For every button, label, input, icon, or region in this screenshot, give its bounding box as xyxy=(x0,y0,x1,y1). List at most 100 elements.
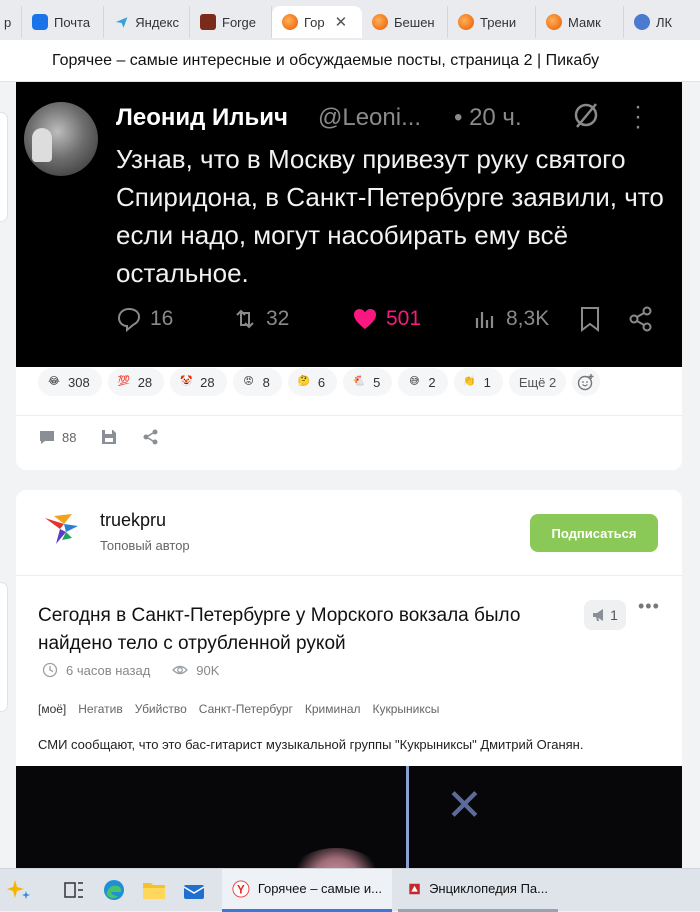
reaction-chip[interactable]: 😂 308 xyxy=(38,368,102,396)
reactions-more-button[interactable]: Ещё 2 xyxy=(508,368,567,396)
reaction-chip[interactable]: 🤔 6 xyxy=(287,368,338,396)
folder-icon xyxy=(143,883,165,899)
taskbar-app-yandex-browser[interactable]: Y Горячее – самые и... xyxy=(222,868,392,912)
tab-pikabu-3[interactable]: Трени xyxy=(448,6,536,38)
tags-list: [моё] Негатив Убийство Санкт-Петербург К… xyxy=(38,702,439,716)
retweets-count: 32 xyxy=(266,307,290,330)
edge-icon xyxy=(104,880,124,900)
reaction-count: 5 xyxy=(373,374,381,390)
tab-pikabu-active[interactable]: Гор ✕ xyxy=(272,6,362,38)
svg-text:Y: Y xyxy=(237,884,245,896)
tag[interactable]: Санкт-Петербург xyxy=(199,702,293,716)
post-meta: 6 часов назад 90K xyxy=(42,662,219,678)
mail-icon xyxy=(32,14,48,30)
forge-icon xyxy=(200,14,216,30)
share-icon xyxy=(629,306,652,332)
clown-emoji-icon: 🤡 xyxy=(179,376,193,387)
rating-badge[interactable]: 1 xyxy=(584,600,626,630)
share-icon xyxy=(143,429,158,445)
divider xyxy=(16,415,682,416)
widgets-button[interactable] xyxy=(0,869,40,912)
post-card: Леонид Ильич @Leoni... • 20 ч. · · · Узнав… xyxy=(16,82,682,470)
reaction-chip[interactable]: 😡 8 xyxy=(232,368,282,396)
tag[interactable]: Негатив xyxy=(78,702,122,716)
tab-lk[interactable]: ЛК xyxy=(624,6,684,38)
close-icon[interactable]: ✕ xyxy=(335,13,348,31)
reaction-chip[interactable]: 🤡 28 xyxy=(170,368,227,396)
share-button[interactable] xyxy=(142,428,160,446)
taskbar-app-label: Энциклопедия Па... xyxy=(429,881,548,896)
tweet-author-name: Леонид Ильич xyxy=(116,104,288,131)
reaction-count: 8 xyxy=(262,374,270,390)
encyclopedia-icon xyxy=(409,883,420,894)
yandex-icon xyxy=(115,17,128,28)
edge-button[interactable] xyxy=(94,869,134,912)
views-chart-icon xyxy=(475,312,494,328)
views-count: 8,3K xyxy=(506,307,550,330)
page-content: Леонид Ильич @Leoni... • 20 ч. · · · Узнав… xyxy=(0,82,700,868)
views-count: 90K xyxy=(196,662,220,678)
reaction-count: 28 xyxy=(137,374,153,390)
pikabu-icon xyxy=(546,14,562,30)
page-title: Горячее – самые интересные и обсуждаемые… xyxy=(52,51,600,69)
taskbar: Y Горячее – самые и... Энциклопедия Па..… xyxy=(0,868,700,912)
tab-mail[interactable]: Почта xyxy=(22,6,104,38)
mail-app-button[interactable] xyxy=(174,869,214,912)
tag[interactable]: [моё] xyxy=(38,702,66,716)
tweet-likes: 501 xyxy=(352,306,421,332)
explorer-button[interactable] xyxy=(134,869,174,912)
tab-partial[interactable]: р xyxy=(0,6,22,38)
tab-label: Мамк xyxy=(568,14,601,30)
sweat-smile-emoji-icon: 😅 xyxy=(409,376,420,387)
more-icon[interactable]: ••• xyxy=(638,596,660,617)
post-text: СМИ сообщают, что это бас-гитарист музык… xyxy=(38,737,584,752)
tag[interactable]: Кукрыниксы xyxy=(373,702,440,716)
tab-yandex[interactable]: Яндекс xyxy=(104,6,190,38)
more-icon: · · · xyxy=(634,93,642,140)
reaction-count: 28 xyxy=(200,374,215,390)
tag[interactable]: Убийство xyxy=(135,702,187,716)
avatar xyxy=(24,102,98,176)
taskbar-app-encyclopedia[interactable]: Энциклопедия Па... xyxy=(398,869,558,912)
save-icon xyxy=(102,430,117,444)
reaction-chip[interactable]: 🐔 5 xyxy=(343,368,393,396)
subscribe-button[interactable]: Подписаться xyxy=(530,514,658,552)
task-view-icon xyxy=(64,882,83,898)
tab-label: Бешен xyxy=(394,14,435,30)
reaction-chip[interactable]: 👏 1 xyxy=(453,368,503,396)
author-row: truekpru Топовый автор Подписаться xyxy=(16,490,682,576)
author-logo-icon[interactable] xyxy=(42,510,80,548)
reaction-chip[interactable]: 💯 28 xyxy=(107,368,165,396)
tweet-time: • 20 ч. xyxy=(454,104,522,131)
chicken-emoji-icon: 🐔 xyxy=(352,376,366,387)
pikabu-icon xyxy=(372,14,388,30)
hundred-emoji-icon: 💯 xyxy=(117,376,130,387)
reaction-chip[interactable]: 😅 2 xyxy=(398,368,448,396)
left-sidebar-edge xyxy=(0,582,8,712)
tab-label: Трени xyxy=(480,14,517,30)
browser-tab-bar: р Почта Яндекс Forge Гор ✕ Бешен Трени М… xyxy=(0,0,700,40)
save-button[interactable] xyxy=(100,428,118,446)
tweet-screenshot[interactable]: Леонид Ильич @Leoni... • 20 ч. · · · Узнав… xyxy=(16,82,682,367)
post-time: 6 часов назад xyxy=(42,662,150,678)
replies-count: 16 xyxy=(150,307,174,330)
post-image[interactable]: ✕ xyxy=(16,766,682,868)
thinking-emoji-icon: 🤔 xyxy=(297,376,311,387)
add-reaction-button[interactable] xyxy=(572,368,601,396)
post-title[interactable]: Сегодня в Санкт-Петербурге у Морского во… xyxy=(38,602,558,658)
clock-icon xyxy=(42,662,58,678)
reaction-count: 2 xyxy=(428,374,436,390)
tag[interactable]: Криминал xyxy=(305,702,361,716)
eye-icon xyxy=(172,665,189,675)
comments-button[interactable]: 88 xyxy=(38,428,76,446)
author-name[interactable]: truekpru xyxy=(100,510,166,531)
tab-pikabu-2[interactable]: Бешен xyxy=(362,6,448,38)
reactions-bar: 😂 308 💯 28 🤡 28 😡 8 🤔 6 🐔 5 😅 2 👏 1 Ещё 2 xyxy=(38,368,601,396)
likes-count: 501 xyxy=(386,307,422,330)
heart-icon xyxy=(354,309,376,329)
tab-pikabu-4[interactable]: Мамк xyxy=(536,6,624,38)
task-view-button[interactable] xyxy=(54,869,94,912)
image-symbol: ✕ xyxy=(446,780,483,831)
tab-forge[interactable]: Forge xyxy=(190,6,272,38)
tab-label: р xyxy=(4,14,12,30)
